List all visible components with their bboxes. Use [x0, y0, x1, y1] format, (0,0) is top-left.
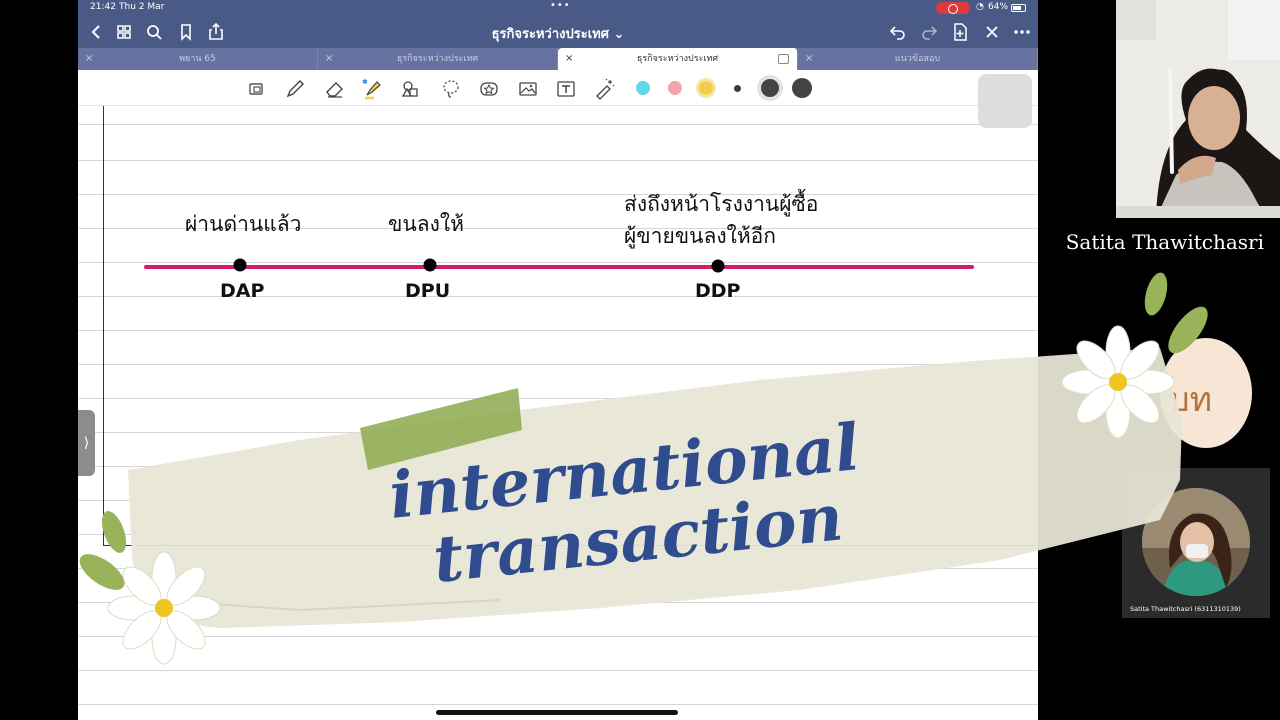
pen-icon[interactable]: [284, 78, 306, 100]
participant-label: Satita Thawitchasri (6311310139): [1130, 605, 1241, 613]
presenter-webcam: [1116, 0, 1280, 218]
side-overlay-text: บท: [1168, 380, 1212, 420]
incoterm-ddp: DDP: [695, 280, 741, 302]
tab-label: ธุรกิจระหว่างประเทศ: [396, 54, 479, 64]
document-navbar: ธุรกิจระหว่างประเทศ ⌄: [78, 16, 1038, 48]
stroke-size-large[interactable]: [792, 78, 812, 98]
stroke-size-small[interactable]: [734, 85, 741, 92]
tab-label: แนวข้อสอบ: [894, 54, 941, 64]
shapes-icon[interactable]: [400, 78, 422, 100]
stroke-size-medium-selected[interactable]: [761, 79, 779, 97]
more-icon[interactable]: [1012, 22, 1032, 42]
tab-3-active[interactable]: × ธุรกิจระหว่างประเทศ: [558, 48, 798, 70]
screen: 21:42 Thu 2 Mar ••• ◔ 64% ธุรกิจระหว่างป…: [0, 0, 1280, 720]
color-swatch-pink[interactable]: [668, 81, 682, 95]
sticker-icon[interactable]: [478, 78, 500, 100]
color-swatch-cyan[interactable]: [636, 81, 650, 95]
tab-close-icon[interactable]: ×: [805, 48, 813, 70]
lasso-icon[interactable]: [440, 78, 462, 100]
page-boundary-line: [103, 545, 1038, 546]
presenter-video: [1116, 0, 1280, 218]
close-icon[interactable]: [982, 22, 1002, 42]
undo-icon[interactable]: [888, 22, 908, 42]
color-swatch-yellow-selected[interactable]: [699, 81, 713, 95]
note-text-delivered-factory: ส่งถึงหน้าโรงงานผู้ซื้อ: [624, 192, 819, 216]
tab-label: พยาน 65: [179, 54, 216, 64]
tab-bar: × พยาน 65 × ธุรกิจระหว่างประเทศ × ธุรกิจระห…: [78, 48, 1038, 70]
status-bar: 21:42 Thu 2 Mar ••• ◔ 64%: [78, 0, 1038, 16]
battery-percent: 64%: [988, 2, 1009, 12]
svg-text:✱: ✱: [362, 78, 368, 86]
participant-video: [1142, 488, 1250, 596]
eraser-icon[interactable]: [324, 78, 346, 100]
redo-icon[interactable]: [919, 22, 939, 42]
timeline-point-dpu: [423, 258, 437, 272]
image-icon[interactable]: [517, 78, 539, 100]
laser-icon[interactable]: [594, 78, 616, 100]
battery-icon: [1011, 4, 1026, 12]
highlighter-icon[interactable]: ✱: [362, 78, 384, 100]
tab-label: ธุรกิจระหว่างประเทศ: [636, 54, 719, 64]
timeline-point-ddp: [711, 259, 725, 273]
add-page-icon[interactable]: [950, 22, 970, 42]
note-text-unloaded: ขนลงให้: [388, 212, 464, 236]
page-thumbnail-button[interactable]: [978, 74, 1032, 128]
ipad-screen: 21:42 Thu 2 Mar ••• ◔ 64% ธุรกิจระหว่างป…: [78, 0, 1038, 720]
multitask-dots-icon[interactable]: •••: [550, 0, 571, 11]
home-indicator[interactable]: [436, 710, 678, 715]
page-margin-line: [103, 106, 104, 546]
status-date: Thu 2 Mar: [119, 2, 165, 12]
note-text-seller-unloads: ผู้ขายขนลงให้อีก: [624, 224, 777, 248]
tab-close-icon[interactable]: ×: [85, 48, 93, 70]
tab-close-icon[interactable]: ×: [565, 48, 573, 70]
participant-avatar: [1142, 488, 1250, 596]
screen-record-icon[interactable]: [936, 2, 970, 14]
zoom-icon[interactable]: [246, 78, 268, 100]
drawing-toolbar: ✱: [78, 70, 1038, 106]
participant-tile[interactable]: Satita Thawitchasri (6311310139): [1122, 468, 1270, 618]
status-time: 21:42: [90, 2, 116, 12]
text-icon[interactable]: [555, 78, 577, 100]
presenter-name: Satita Thawitchasri: [1065, 230, 1264, 254]
incoterm-dpu: DPU: [405, 280, 451, 302]
wifi-icon: ◔: [976, 2, 984, 12]
note-text-passed-customs: ผ่านด่านแล้ว: [185, 212, 302, 236]
note-page[interactable]: [78, 106, 1038, 720]
incoterm-dap: DAP: [220, 280, 265, 302]
timeline-point-dap: [233, 258, 247, 272]
tab-close-icon[interactable]: ×: [325, 48, 333, 70]
tab-4[interactable]: × แนวข้อสอบ: [798, 48, 1038, 70]
tab-1[interactable]: × พยาน 65: [78, 48, 318, 70]
split-view-icon[interactable]: [778, 54, 789, 64]
tab-2[interactable]: × ธุรกิจระหว่างประเทศ: [318, 48, 558, 70]
timeline: [144, 258, 974, 273]
sidebar-toggle-handle[interactable]: ⟩: [78, 410, 95, 476]
